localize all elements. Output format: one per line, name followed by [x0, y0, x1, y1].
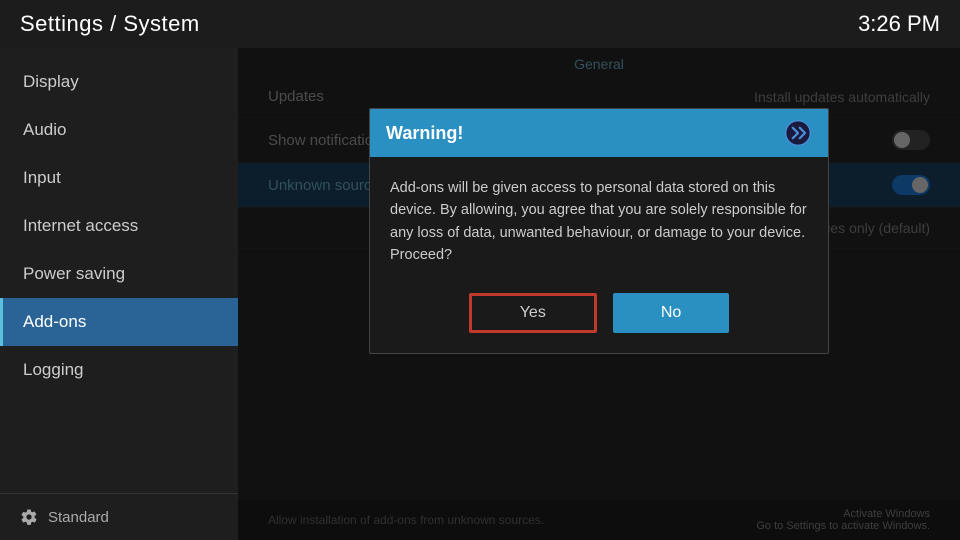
- sidebar-item-add-ons[interactable]: Add-ons: [0, 298, 238, 346]
- sidebar-footer: Standard: [0, 493, 238, 540]
- sidebar-item-internet-access[interactable]: Internet access: [0, 202, 238, 250]
- kodi-icon: [784, 119, 812, 147]
- gear-icon: [20, 508, 38, 526]
- sidebar-footer-label: Standard: [48, 509, 109, 526]
- sidebar-item-power-saving[interactable]: Power saving: [0, 250, 238, 298]
- sidebar-item-logging[interactable]: Logging: [0, 346, 238, 394]
- modal-body: Add-ons will be given access to personal…: [370, 157, 828, 283]
- warning-modal: Warning! Add-ons will be given access to…: [369, 108, 829, 354]
- header-title: Settings / System: [20, 11, 200, 37]
- header-time: 3:26 PM: [858, 11, 940, 37]
- sidebar-item-display[interactable]: Display: [0, 58, 238, 106]
- sidebar-item-input[interactable]: Input: [0, 154, 238, 202]
- main-layout: Display Audio Input Internet access Powe…: [0, 48, 960, 540]
- modal-title: Warning!: [386, 123, 463, 144]
- content-area: General Updates Install updates automati…: [238, 48, 960, 540]
- sidebar-item-audio[interactable]: Audio: [0, 106, 238, 154]
- sidebar: Display Audio Input Internet access Powe…: [0, 48, 238, 540]
- modal-overlay: Warning! Add-ons will be given access to…: [238, 48, 960, 540]
- modal-header: Warning!: [370, 109, 828, 157]
- header: Settings / System 3:26 PM: [0, 0, 960, 48]
- sidebar-nav: Display Audio Input Internet access Powe…: [0, 48, 238, 394]
- no-button[interactable]: No: [613, 293, 729, 333]
- modal-footer: Yes No: [370, 283, 828, 353]
- yes-button[interactable]: Yes: [469, 293, 597, 333]
